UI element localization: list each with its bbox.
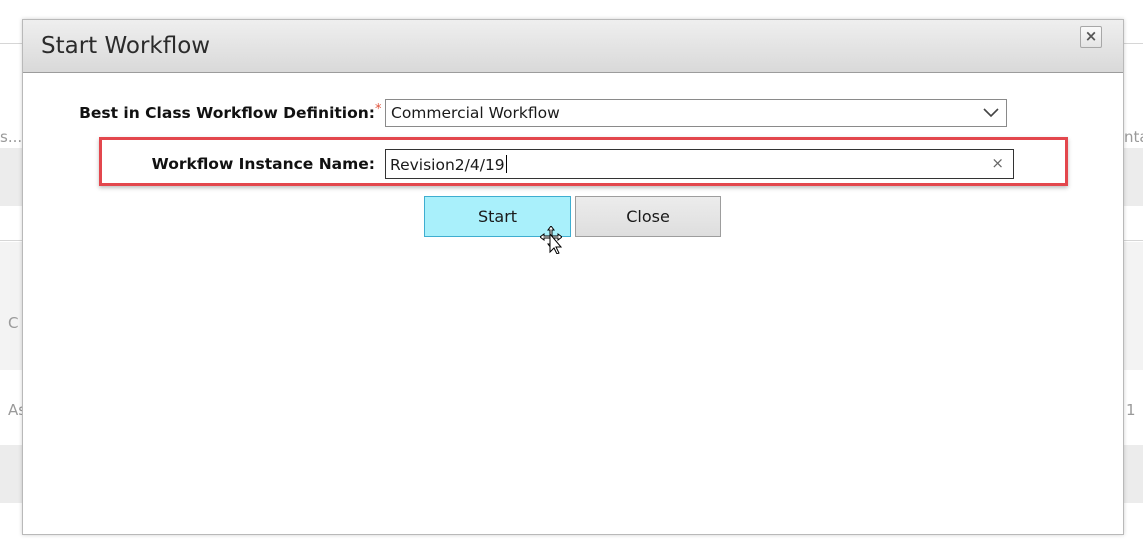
background-text: 1	[1126, 401, 1136, 419]
workflow-definition-label-text: Best in Class Workflow Definition:	[79, 104, 375, 122]
dialog-close-icon[interactable]: ×	[1080, 26, 1102, 48]
start-workflow-dialog: Start Workflow × Best in Class Workflow …	[22, 19, 1124, 535]
dialog-title-bar[interactable]: Start Workflow ×	[23, 20, 1123, 73]
workflow-instance-name-input[interactable]: Revision2/4/19 ×	[385, 149, 1014, 179]
workflow-definition-select[interactable]: Commercial Workflow	[385, 99, 1007, 127]
workflow-instance-name-label: Workflow Instance Name:	[152, 155, 375, 173]
clear-icon[interactable]: ×	[991, 154, 1004, 172]
move-cursor-icon	[540, 226, 562, 254]
workflow-instance-name-value: Revision2/4/19	[390, 155, 507, 174]
dialog-title: Start Workflow	[41, 33, 211, 59]
close-button[interactable]: Close	[575, 196, 721, 237]
background-text: nta	[1124, 128, 1143, 146]
required-marker: *	[375, 102, 382, 117]
workflow-instance-name-label-text: Workflow Instance Name:	[151, 155, 375, 173]
chevron-down-icon[interactable]	[982, 105, 1000, 121]
background-text: C	[8, 314, 19, 332]
workflow-definition-label: Best in Class Workflow Definition:	[79, 104, 375, 122]
background-text: s...	[0, 128, 23, 146]
screen: s... C As nta 1 Start Workflow × Best in…	[0, 0, 1143, 557]
workflow-instance-name-text: Revision2/4/19	[390, 156, 505, 174]
workflow-definition-value: Commercial Workflow	[391, 104, 560, 122]
text-caret	[505, 155, 507, 173]
